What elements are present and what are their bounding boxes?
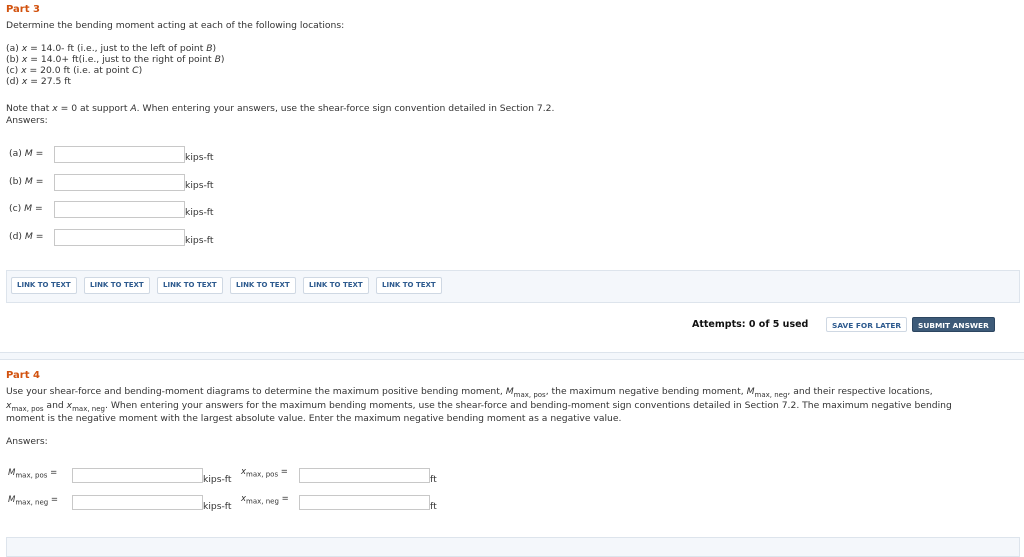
unit-label: kips-ft [185, 152, 214, 163]
link-to-text-button[interactable]: LINK TO TEXT [376, 277, 442, 294]
link-to-text-button[interactable]: LINK TO TEXT [84, 277, 150, 294]
part4-answers-label: Answers: [6, 436, 48, 447]
x-max-pos-input[interactable] [299, 468, 430, 483]
link-to-text-button[interactable]: LINK TO TEXT [11, 277, 77, 294]
x-max-neg-unit: ft [430, 501, 437, 512]
answer-label: (b) M = [9, 175, 44, 187]
answer-label: (c) M = [9, 203, 43, 214]
answer-label: (a) M = [9, 148, 44, 159]
section-divider [0, 352, 1024, 360]
m-max-neg-label: Mmax, neg = [8, 495, 59, 507]
moment-input[interactable] [54, 146, 185, 163]
answer-label: (d) M = [9, 230, 44, 242]
moment-input[interactable] [54, 228, 185, 246]
moment-input[interactable] [54, 173, 185, 191]
part4-title: Part 4 [6, 370, 40, 381]
save-for-later-button[interactable]: SAVE FOR LATER [826, 317, 908, 332]
unit-label: kips-ft [185, 207, 214, 218]
link-to-text-button[interactable]: LINK TO TEXT [157, 277, 223, 294]
x-max-neg-input[interactable] [299, 495, 430, 510]
part3-title: Part 3 [6, 4, 40, 15]
part3-note: Note that x = 0 at support A. When enter… [6, 103, 555, 114]
link-to-text-button[interactable]: LINK TO TEXT [230, 277, 296, 294]
x-max-pos-label: xmax, pos = [241, 467, 288, 479]
attempts-counter: Attempts: 0 of 5 used [692, 319, 809, 330]
x-max-neg-label: xmax, neg = [241, 494, 289, 506]
m-max-neg-input[interactable] [72, 495, 203, 510]
part4-text-line1: Use your shear-force and bending-moment … [6, 386, 933, 399]
part4-link-panel [6, 537, 1020, 557]
submit-answer-button[interactable]: SUBMIT ANSWER [912, 317, 995, 332]
x-max-pos-unit: ft [430, 474, 437, 485]
unit-label: kips-ft [185, 234, 214, 246]
m-max-pos-input[interactable] [72, 468, 203, 483]
link-to-text-panel: LINK TO TEXT LINK TO TEXT LINK TO TEXT LINK… [6, 270, 1020, 303]
part4-text-line3: moment is the negative moment with the l… [6, 413, 622, 424]
moment-input[interactable] [54, 201, 185, 218]
location-item: (b) x = 14.0+ ft(i.e., just to the right… [6, 54, 225, 65]
location-item: (a) x = 14.0- ft (i.e., just to the left… [6, 43, 217, 54]
m-max-neg-unit: kips-ft [203, 501, 232, 512]
part3-answers-label: Answers: [6, 115, 48, 126]
unit-label: kips-ft [185, 179, 214, 191]
part3-intro: Determine the bending moment acting at e… [6, 20, 345, 31]
m-max-pos-unit: kips-ft [203, 474, 232, 485]
location-item: (c) x = 20.0 ft (i.e. at point C) [6, 65, 143, 76]
m-max-pos-label: Mmax, pos = [8, 468, 58, 480]
location-item: (d) x = 27.5 ft [6, 76, 71, 87]
part4-text-line2: xmax, pos and xmax, neg. When entering y… [6, 400, 952, 413]
link-to-text-button[interactable]: LINK TO TEXT [303, 277, 369, 294]
